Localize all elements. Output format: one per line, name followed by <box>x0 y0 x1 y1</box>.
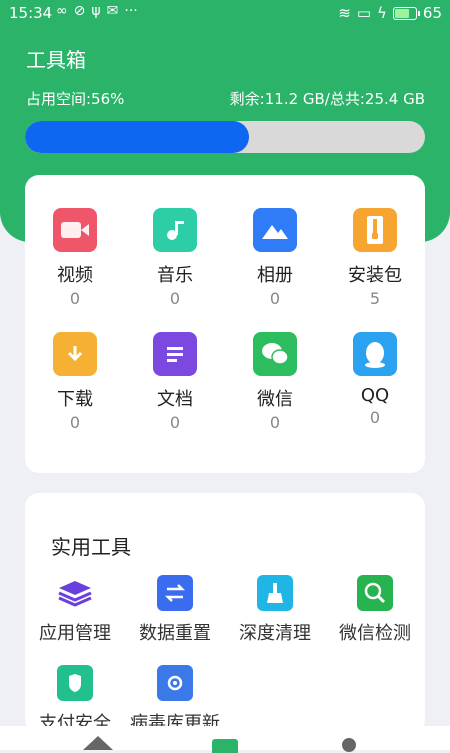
category-item[interactable]: 文档 0 <box>125 332 225 432</box>
tool-label: 微信检测 <box>339 623 411 644</box>
category-label: 安装包 <box>348 265 402 286</box>
photo-icon <box>253 208 297 252</box>
broom-icon <box>257 575 293 611</box>
video-icon <box>53 208 97 252</box>
home-icon[interactable] <box>83 736 113 750</box>
category-item[interactable]: 下载 0 <box>25 332 125 432</box>
layers-icon <box>57 575 93 611</box>
bottom-nav <box>0 726 450 753</box>
category-item[interactable]: 音乐 0 <box>125 208 225 308</box>
screen-icon: ▭ <box>356 4 371 22</box>
zip-icon <box>353 208 397 252</box>
wallet-shield-icon <box>57 665 93 701</box>
category-label: QQ <box>360 385 390 406</box>
category-grid: 视频 0 音乐 0 相册 0 安装包 5 下载 0 文档 0 微信 0 QQ 0 <box>25 208 425 432</box>
usb-icon: ψ <box>91 3 101 19</box>
tools-grid: 应用管理 数据重置 深度清理 微信检测支付安全 病毒库更新 <box>25 575 425 735</box>
category-label: 文档 <box>157 389 193 410</box>
toolbox-icon[interactable] <box>212 739 238 753</box>
virus-db-icon <box>157 665 193 701</box>
category-item[interactable]: 相册 0 <box>225 208 325 308</box>
battery-icon <box>392 6 420 20</box>
category-count: 0 <box>169 413 181 432</box>
category-count: 0 <box>269 413 281 432</box>
status-icons: ∞ ⊘ ψ ✉ ··· <box>56 3 138 19</box>
category-item[interactable]: 微信 0 <box>225 332 325 432</box>
tool-item[interactable]: 应用管理 <box>25 575 125 645</box>
tool-label: 数据重置 <box>139 623 211 644</box>
category-count: 0 <box>269 289 281 308</box>
document-icon <box>153 332 197 376</box>
status-time: 15:34 <box>9 4 53 22</box>
category-count: 0 <box>369 408 381 427</box>
storage-progress-fill <box>25 121 249 153</box>
mail-icon: ✉ <box>106 3 119 19</box>
tool-label: 深度清理 <box>239 623 311 644</box>
wechat-search-icon <box>357 575 393 611</box>
usage-percent-label: 占用空间:56% <box>26 90 125 108</box>
category-label: 视频 <box>57 265 93 286</box>
storage-label: 剩余:11.2 GB/总共:25.4 GB <box>229 90 425 108</box>
category-item[interactable]: 视频 0 <box>25 208 125 308</box>
charging-icon: ϟ <box>377 4 387 22</box>
tool-item[interactable]: 数据重置 <box>125 575 225 645</box>
swap-icon <box>157 575 193 611</box>
page-title: 工具箱 <box>26 48 86 72</box>
download-folder-icon <box>53 332 97 376</box>
wifi-icon: ≋ <box>338 4 351 22</box>
infinity-icon: ∞ <box>56 3 68 19</box>
battery-level: 65 <box>422 4 442 22</box>
category-label: 微信 <box>257 389 293 410</box>
qq-icon <box>353 332 397 376</box>
tools-card: 实用工具 应用管理 数据重置 深度清理 微信检测支付安全 病毒库更新 <box>25 493 425 735</box>
category-count: 0 <box>69 289 81 308</box>
category-count: 0 <box>69 413 81 432</box>
category-label: 下载 <box>57 389 93 410</box>
category-item[interactable]: 安装包 5 <box>325 208 425 308</box>
check-circle-icon: ⊘ <box>73 3 86 19</box>
music-folder-icon <box>153 208 197 252</box>
category-item[interactable]: QQ 0 <box>325 332 425 432</box>
tool-item[interactable]: 支付安全 <box>25 665 125 735</box>
category-label: 相册 <box>257 265 293 286</box>
tool-item[interactable]: 微信检测 <box>325 575 425 645</box>
tool-item[interactable]: 深度清理 <box>225 575 325 645</box>
status-right: ≋ ▭ ϟ 65 <box>338 4 442 22</box>
storage-progress-bar <box>25 121 425 153</box>
more-icon: ··· <box>124 3 138 19</box>
tool-item[interactable]: 病毒库更新 <box>125 665 225 735</box>
category-count: 0 <box>169 289 181 308</box>
category-count: 5 <box>369 289 381 308</box>
file-categories-card: 视频 0 音乐 0 相册 0 安装包 5 下载 0 文档 0 微信 0 QQ 0 <box>25 175 425 473</box>
category-label: 音乐 <box>157 265 193 286</box>
tool-label: 应用管理 <box>39 623 111 644</box>
tools-title: 实用工具 <box>51 535 131 559</box>
wechat-icon <box>253 332 297 376</box>
status-bar: 15:34 ∞ ⊘ ψ ✉ ··· ≋ ▭ ϟ 65 <box>0 0 450 28</box>
